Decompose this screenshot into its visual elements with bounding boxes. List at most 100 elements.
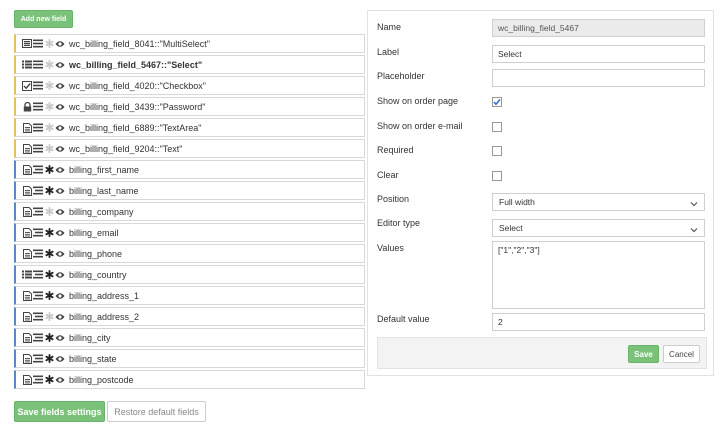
- required-asterisk-icon: [44, 165, 54, 175]
- required-asterisk-icon: [44, 333, 54, 343]
- align-icon: [33, 165, 43, 175]
- cancel-button[interactable]: Cancel: [663, 345, 700, 363]
- required-asterisk-icon: [44, 249, 54, 259]
- chevron-down-icon: [690, 223, 698, 239]
- align-icon: [33, 333, 43, 343]
- field-row[interactable]: wc_billing_field_5467::"Select": [14, 55, 365, 74]
- menu-icon: [33, 60, 43, 70]
- field-row[interactable]: wc_billing_field_3439::"Password": [14, 97, 365, 116]
- eye-icon: [55, 312, 65, 322]
- align-icon: [33, 207, 43, 217]
- editor-type-select[interactable]: Select: [492, 219, 705, 237]
- field-name: billing_state: [69, 353, 117, 364]
- document-icon: [22, 332, 32, 343]
- checkbox-icon: [22, 80, 32, 91]
- editor-type-select-value: Select: [499, 223, 523, 233]
- field-row[interactable]: wc_billing_field_8041::"MultiSelect": [14, 34, 365, 53]
- field-name: billing_last_name: [69, 185, 139, 196]
- position-select[interactable]: Full width: [492, 193, 705, 211]
- document-icon: [22, 206, 32, 217]
- field-row[interactable]: billing_postcode: [14, 370, 365, 389]
- eye-icon: [55, 186, 65, 196]
- field-row[interactable]: wc_billing_field_6889::"TextArea": [14, 118, 365, 137]
- eye-icon: [55, 375, 65, 385]
- eye-icon: [55, 123, 65, 133]
- field-row[interactable]: billing_address_2: [14, 307, 365, 326]
- field-row[interactable]: billing_state: [14, 349, 365, 368]
- field-name: wc_billing_field_9204::"Text": [69, 143, 183, 154]
- document-icon: [22, 311, 32, 322]
- optional-asterisk-icon: [44, 102, 54, 112]
- field-row[interactable]: billing_country: [14, 265, 365, 284]
- default-value-label: Default value: [377, 314, 430, 324]
- eye-icon: [55, 165, 65, 175]
- field-row[interactable]: billing_company: [14, 202, 365, 221]
- menu-icon: [33, 102, 43, 112]
- editor-type-label: Editor type: [377, 218, 421, 228]
- clear-checkbox[interactable]: [492, 171, 502, 181]
- show-on-order-email-label: Show on order e-mail: [377, 121, 463, 131]
- optional-asterisk-icon: [44, 312, 54, 322]
- label-field[interactable]: Select: [492, 45, 705, 63]
- save-button[interactable]: Save: [628, 345, 659, 363]
- document-icon: [22, 374, 32, 385]
- optional-asterisk-icon: [44, 123, 54, 133]
- eye-icon: [55, 81, 65, 91]
- field-row[interactable]: wc_billing_field_4020::"Checkbox": [14, 76, 365, 95]
- required-asterisk-icon: [44, 186, 54, 196]
- field-row[interactable]: billing_first_name: [14, 160, 365, 179]
- align-icon: [33, 312, 43, 322]
- lock-icon: [22, 101, 32, 112]
- eye-icon: [55, 354, 65, 364]
- position-select-value: Full width: [499, 197, 535, 207]
- values-textarea[interactable]: ["1","2","3"]: [492, 241, 705, 309]
- restore-default-fields-button[interactable]: Restore default fields: [107, 401, 206, 422]
- menu-icon: [33, 39, 43, 49]
- eye-icon: [55, 228, 65, 238]
- field-row[interactable]: billing_email: [14, 223, 365, 242]
- show-on-order-page-checkbox[interactable]: [492, 97, 502, 107]
- field-name: billing_address_1: [69, 290, 140, 301]
- field-row[interactable]: billing_phone: [14, 244, 365, 263]
- field-row[interactable]: wc_billing_field_9204::"Text": [14, 139, 365, 158]
- document-icon: [22, 122, 32, 133]
- required-checkbox[interactable]: [492, 146, 502, 156]
- field-name: billing_phone: [69, 248, 123, 259]
- align-icon: [33, 228, 43, 238]
- default-value-field[interactable]: 2: [492, 313, 705, 331]
- field-settings-panel: Name wc_billing_field_5467 Label Select …: [367, 10, 714, 376]
- align-icon: [33, 291, 43, 301]
- align-icon: [33, 375, 43, 385]
- show-on-order-page-label: Show on order page: [377, 96, 459, 106]
- required-asterisk-icon: [44, 270, 54, 280]
- field-row[interactable]: billing_address_1: [14, 286, 365, 305]
- eye-icon: [55, 144, 65, 154]
- name-field: wc_billing_field_5467: [492, 19, 705, 37]
- name-label: Name: [377, 22, 402, 32]
- field-row[interactable]: billing_last_name: [14, 181, 365, 200]
- field-row[interactable]: billing_city: [14, 328, 365, 347]
- add-new-field-button[interactable]: Add new field: [14, 10, 73, 28]
- placeholder-label: Placeholder: [377, 71, 425, 81]
- show-on-order-email-checkbox[interactable]: [492, 122, 502, 132]
- field-list: wc_billing_field_8041::"MultiSelect"wc_b…: [14, 34, 365, 391]
- field-name: wc_billing_field_4020::"Checkbox": [69, 80, 206, 91]
- menu-icon: [33, 81, 43, 91]
- document-icon: [22, 227, 32, 238]
- required-asterisk-icon: [44, 291, 54, 301]
- eye-icon: [55, 60, 65, 70]
- list-icon: [22, 270, 32, 280]
- field-name: billing_company: [69, 206, 134, 217]
- optional-asterisk-icon: [44, 39, 54, 49]
- panel-footer: Save Cancel: [377, 337, 707, 369]
- save-fields-settings-button[interactable]: Save fields settings: [14, 401, 105, 422]
- field-name: billing_postcode: [69, 374, 134, 385]
- field-name: billing_first_name: [69, 164, 140, 175]
- multiselect-icon: [22, 39, 32, 49]
- optional-asterisk-icon: [44, 207, 54, 217]
- eye-icon: [55, 102, 65, 112]
- placeholder-field[interactable]: [492, 69, 705, 87]
- document-icon: [22, 164, 32, 175]
- document-icon: [22, 143, 32, 154]
- align-icon: [33, 354, 43, 364]
